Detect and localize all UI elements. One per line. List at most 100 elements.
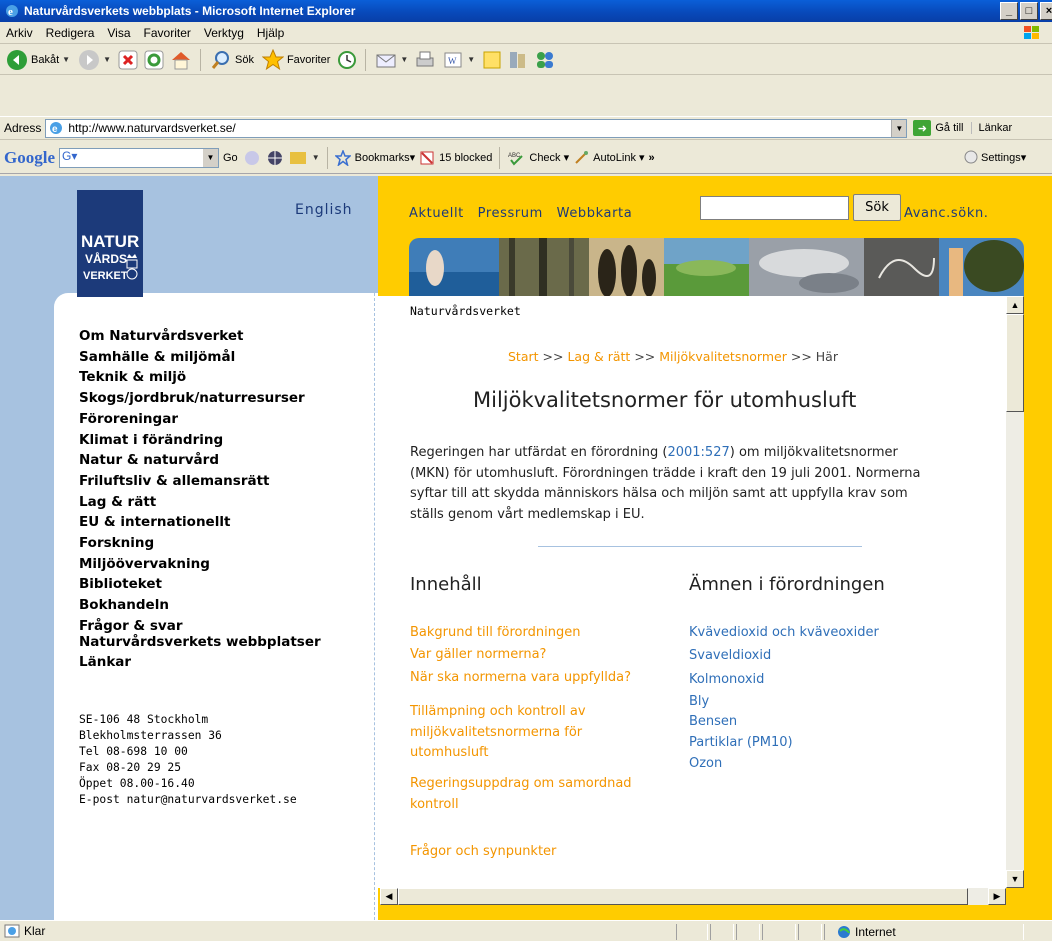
topnav-webbkarta[interactable]: Webbkarta (557, 206, 633, 221)
site-root-label: Naturvårdsverket (410, 304, 521, 318)
nav-skogs-jordbruk[interactable]: Skogs/jordbruk/naturresurser (79, 388, 321, 409)
advanced-search-link[interactable]: Avanc.sökn. (904, 206, 989, 221)
contents-link-regeringsuppdrag[interactable]: Regeringsuppdrag om samordnad kontroll (410, 774, 632, 815)
address-field[interactable]: e http://www.naturvardsverket.se/ ▼ (45, 118, 908, 138)
internet-globe-icon (838, 926, 850, 938)
home-icon[interactable] (169, 49, 193, 71)
vertical-scrollbar[interactable]: ▲ ▼ (1006, 296, 1024, 888)
globe-icon[interactable] (266, 149, 284, 167)
topic-link-kolmonoxid[interactable]: Kolmonoxid (689, 670, 764, 691)
print-icon[interactable] (414, 49, 436, 71)
nav-om-naturvardsverket[interactable]: Om Naturvårdsverket (79, 326, 321, 347)
scroll-right-button[interactable]: ▶ (988, 888, 1006, 905)
menu-verktyg[interactable]: Verktyg (204, 26, 244, 40)
nav-webbplatser[interactable]: Naturvårdsverkets webbplatser (79, 634, 321, 650)
breadcrumb: Start >> Lag & rätt >> Miljökvalitetsnor… (508, 349, 838, 364)
research-icon[interactable] (507, 49, 529, 71)
scroll-up-button[interactable]: ▲ (1006, 296, 1024, 314)
nav-klimat[interactable]: Klimat i förändring (79, 430, 321, 451)
topnav-pressrum[interactable]: Pressrum (478, 206, 543, 221)
google-go-button[interactable]: Go (223, 152, 238, 164)
nav-forskning[interactable]: Forskning (79, 533, 321, 554)
contents-link-var[interactable]: Var gäller normerna? (410, 645, 546, 666)
settings-button[interactable]: Settings▾ (964, 150, 1026, 164)
back-button[interactable]: Bakåt ▼ (4, 47, 72, 73)
nav-natur-naturvard[interactable]: Natur & naturvård (79, 450, 321, 471)
site-search-button[interactable]: Sök (853, 194, 901, 221)
autolink-button[interactable]: AutoLink ▾ (593, 151, 644, 164)
nav-biblioteket[interactable]: Biblioteket (79, 574, 321, 595)
mail-button[interactable]: ▼ (373, 47, 410, 73)
menu-arkiv[interactable]: Arkiv (6, 26, 33, 40)
breadcrumb-mkn[interactable]: Miljökvalitetsnormer (659, 349, 787, 364)
menu-visa[interactable]: Visa (107, 26, 130, 40)
contact-email[interactable]: E-post natur@naturvardsverket.se (79, 792, 297, 808)
nav-lag-ratt[interactable]: Lag & rätt (79, 492, 321, 513)
stop-icon[interactable] (117, 49, 139, 71)
search-toolbar-button[interactable]: Sök (208, 47, 256, 73)
topic-link-partiklar[interactable]: Partiklar (PM10) (689, 733, 793, 754)
chevron-down-icon[interactable]: ▼ (467, 55, 475, 64)
history-icon[interactable] (336, 49, 358, 71)
toolbar-overflow-button[interactable]: » (649, 152, 655, 164)
maximize-button[interactable]: □ (1020, 2, 1038, 20)
topic-link-kvavedioxid[interactable]: Kvävedioxid och kväveoxider (689, 623, 879, 644)
breadcrumb-lag-ratt[interactable]: Lag & rätt (567, 349, 630, 364)
minimize-button[interactable]: _ (1000, 2, 1018, 20)
nav-friluftsliv[interactable]: Friluftsliv & allemansrätt (79, 471, 321, 492)
nav-samhalle-miljomal[interactable]: Samhälle & miljömål (79, 347, 321, 368)
close-button[interactable]: × (1040, 2, 1052, 20)
pagerank-icon[interactable] (242, 149, 262, 167)
nav-miljoovervakning[interactable]: Miljöövervakning (79, 554, 321, 575)
horizontal-scrollbar[interactable]: ◀ ▶ (380, 888, 1006, 905)
topic-link-svaveldioxid[interactable]: Svaveldioxid (689, 646, 771, 667)
topic-link-ozon[interactable]: Ozon (689, 754, 722, 775)
contents-link-bakgrund[interactable]: Bakgrund till förordningen (410, 623, 580, 644)
menu-redigera[interactable]: Redigera (46, 26, 95, 40)
topic-link-bly[interactable]: Bly (689, 692, 709, 713)
topnav-aktuellt[interactable]: Aktuellt (409, 206, 464, 221)
nav-bokhandeln[interactable]: Bokhandeln (79, 595, 321, 616)
menu-hjalp[interactable]: Hjälp (257, 26, 284, 40)
naturvardsverket-logo[interactable]: NATUR VÅRDS VERKET (77, 190, 143, 297)
popup-blocked-counter[interactable]: 15 blocked (439, 152, 492, 164)
chevron-down-icon[interactable]: ▼ (203, 148, 218, 167)
go-button[interactable]: ➜ Gå till (913, 120, 963, 136)
nav-teknik-miljo[interactable]: Teknik & miljö (79, 367, 321, 388)
chevron-down-icon[interactable]: ▼ (312, 153, 320, 162)
notes-icon[interactable] (481, 49, 503, 71)
scroll-down-button[interactable]: ▼ (1006, 870, 1024, 888)
nav-fororeningar[interactable]: Föroreningar (79, 409, 321, 430)
scroll-left-button[interactable]: ◀ (380, 888, 398, 905)
english-link[interactable]: English (295, 202, 353, 218)
chevron-down-icon[interactable]: ▼ (891, 119, 907, 137)
site-search-input[interactable] (700, 196, 849, 220)
messenger-icon[interactable] (533, 49, 557, 71)
chevron-down-icon[interactable]: ▼ (103, 55, 111, 64)
check-button[interactable]: Check ▾ (529, 151, 569, 164)
edit-button[interactable]: W ▼ (440, 47, 477, 73)
topic-link-bensen[interactable]: Bensen (689, 712, 737, 733)
google-search-input[interactable]: G▾ ▼ (59, 147, 219, 168)
refresh-icon[interactable] (143, 49, 165, 71)
chevron-down-icon[interactable]: ▼ (62, 55, 70, 64)
contents-link-fragor[interactable]: Frågor och synpunkter (410, 842, 556, 863)
bookmarks-button[interactable]: Bookmarks▾ (355, 151, 416, 164)
scroll-thumb[interactable] (398, 888, 968, 905)
nav-lankar[interactable]: Länkar (79, 652, 321, 673)
page-status-icon (4, 924, 20, 938)
menu-favoriter[interactable]: Favoriter (144, 26, 191, 40)
breadcrumb-start[interactable]: Start (508, 349, 539, 364)
nav-eu-internationellt[interactable]: EU & internationellt (79, 512, 321, 533)
ordinance-link[interactable]: 2001:527 (667, 445, 729, 460)
chevron-down-icon[interactable]: ▼ (400, 55, 408, 64)
nav-fragor-svar[interactable]: Frågor & svar (79, 618, 321, 634)
contents-link-nar[interactable]: När ska normerna vara uppfyllda? (410, 668, 631, 689)
scroll-thumb[interactable] (1006, 314, 1024, 412)
favorites-button[interactable]: Favoriter (260, 47, 332, 73)
links-button[interactable]: Länkar (971, 122, 1012, 134)
title-bar[interactable]: e Naturvårdsverkets webbplats - Microsof… (0, 0, 1052, 22)
news-icon[interactable] (288, 149, 308, 167)
contents-link-tillampning[interactable]: Tillämpning och kontroll av miljökvalite… (410, 702, 586, 764)
forward-button[interactable]: ▼ (76, 47, 113, 73)
